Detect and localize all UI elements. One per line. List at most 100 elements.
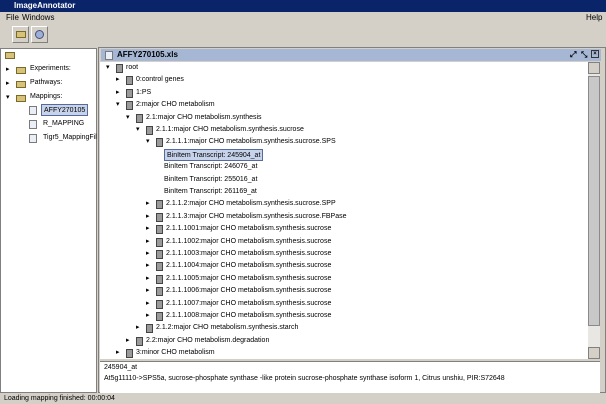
expand-toggle-mappings[interactable]: ▾ [6,93,10,101]
tree-expand-toggle[interactable]: ▸ [146,237,150,245]
bin-icon [156,212,163,222]
tree-expand-toggle[interactable]: ▸ [146,274,150,282]
tree-node-label[interactable]: 1:PS [136,87,151,99]
tree-expand-toggle[interactable]: ▾ [116,100,120,108]
tree-expand-toggle[interactable]: ▾ [126,113,130,121]
close-icon[interactable]: × [591,50,599,58]
bin-icon [156,138,163,148]
tree-node-label[interactable]: 2:major CHO metabolism [136,99,215,111]
tree-expand-toggle[interactable]: ▸ [146,224,150,232]
tree-node-label[interactable]: 2.1.1.1008:major CHO metabolism.synthesi… [166,310,331,322]
tree-node-label[interactable]: 2.1.1.1003:major CHO metabolism.synthesi… [166,248,331,260]
mapping-tree: ▾ root ▸ 0:control genes ▸ 1:PS ▾ 2:major CHO m… [100,62,588,359]
status-text: Loading mapping finished: 00:00:04 [4,395,115,402]
bin-icon [146,126,153,135]
tree-node-label[interactable]: 2.1.1:major CHO metabolism.synthesis.suc… [156,124,304,136]
file-icon [29,120,37,129]
tree-bin-item[interactable]: BinItem Transcript: 246076_at [164,161,257,173]
menu-file[interactable]: File [6,12,19,24]
tree-expand-toggle[interactable]: ▸ [116,88,120,96]
mapping-item-affy270105[interactable]: AFFY270105 [41,104,89,116]
folder-icon [16,31,26,38]
tree-node-label[interactable]: 2.1.1.2:major CHO metabolism.synthesis.s… [166,198,336,210]
mapping-item-tigr5[interactable]: Tigr5_MappingFil [43,132,97,144]
tree-expand-toggle[interactable]: ▸ [146,286,150,294]
tree-expand-toggle[interactable]: ▸ [116,75,120,83]
tree-expand-toggle[interactable]: ▸ [126,336,130,344]
info-panel: 245904_at At5g11110->SPS5a, sucrose-phos… [100,361,600,393]
open-folder-button[interactable] [12,26,29,43]
file-icon [29,106,37,115]
bin-icon [136,336,143,346]
bin-icon [156,225,163,235]
experiments-label[interactable]: Experiments: [30,63,71,75]
root-folder-icon [5,52,15,59]
expand-toggle-experiments[interactable]: ▸ [6,65,10,73]
bin-icon [156,250,163,259]
tree-vertical-scrollbar[interactable] [588,62,600,359]
tree-expand-toggle[interactable]: ▸ [146,299,150,307]
expand-toggle-pathways[interactable]: ▸ [6,79,10,87]
disc-button[interactable] [31,26,48,43]
bin-icon [156,237,163,247]
file-icon [29,134,37,143]
window-title: ImageAnnotator [14,1,76,10]
tree-node-label[interactable]: 2.1.1.1007:major CHO metabolism.synthesi… [166,298,331,310]
bin-icon [116,64,123,73]
scroll-thumb[interactable] [588,76,600,326]
tree-expand-toggle[interactable]: ▸ [146,249,150,257]
bin-icon [146,324,153,334]
disc-icon [35,30,44,39]
bin-icon [156,274,163,284]
bin-icon [156,262,163,272]
tree-node-label[interactable]: 2.2:major CHO metabolism.degradation [146,335,269,347]
tree-node-label[interactable]: root [126,62,138,74]
tree-node-label[interactable]: 2.1.1.1002:major CHO metabolism.synthesi… [166,236,331,248]
file-icon [105,51,113,60]
mappings-label[interactable]: Mappings: [30,91,62,103]
tree-expand-toggle[interactable]: ▸ [146,261,150,269]
pathways-label[interactable]: Pathways: [30,77,62,89]
tree-node-label[interactable]: 2.1.1.1005:major CHO metabolism.synthesi… [166,273,331,285]
mapping-item-r-mapping[interactable]: R_MAPPING [43,118,84,130]
tree-node-label[interactable]: 2.1.1.1004:major CHO metabolism.synthesi… [166,260,331,272]
menu-bar: File Windows Help [0,12,606,24]
tree-expand-toggle[interactable]: ▾ [146,137,150,145]
tree-bin-item[interactable]: BinItem Transcript: 245904_at [164,148,264,161]
bin-icon [156,200,163,210]
detach-icon[interactable]: ⤢ [570,49,576,61]
tree-expand-toggle[interactable]: ▸ [136,323,140,331]
tree-bin-item[interactable]: BinItem Transcript: 261169_at [164,186,257,198]
tree-bin-item[interactable]: BinItem Transcript: 255016_at [164,174,257,186]
bin-icon [156,299,163,309]
tree-node-label[interactable]: 2.1:major CHO metabolism.synthesis [146,112,262,124]
menu-windows[interactable]: Windows [22,12,54,24]
tree-node-label[interactable]: 2.1.1.1001:major CHO metabolism.synthesi… [166,223,331,235]
menu-help[interactable]: Help [586,12,602,24]
restore-icon[interactable]: ⤡ [581,49,587,61]
folder-icon [16,95,26,102]
tree-expand-toggle[interactable]: ▸ [146,311,150,319]
window-titlebar: ImageAnnotator [0,0,606,12]
tree-node-label[interactable]: 2.1.1.3:major CHO metabolism.synthesis.s… [166,211,347,223]
tree-node-label[interactable]: 3:minor CHO metabolism [136,347,215,359]
tree-expand-toggle[interactable]: ▸ [146,199,150,207]
bin-icon [126,88,133,98]
tree-expand-toggle[interactable]: ▸ [146,212,150,220]
tree-node-label[interactable]: 2.1.2:major CHO metabolism.synthesis.sta… [156,322,298,334]
tree-expand-toggle[interactable]: ▸ [116,348,120,356]
tree-node-label[interactable]: 2.1.1.1:major CHO metabolism.synthesis.s… [166,136,336,148]
scroll-down-button[interactable] [588,347,600,359]
tree-expand-toggle[interactable]: ▾ [106,63,110,71]
status-bar: Loading mapping finished: 00:00:04 [0,394,606,404]
inner-window-title: AFFY270105.xls [117,50,178,59]
folder-icon [16,81,26,88]
tree-node-label[interactable]: 0:control genes [136,74,184,86]
bin-icon [156,312,163,321]
bin-icon [126,76,133,86]
scroll-up-button[interactable] [588,62,600,74]
inner-window-titlebar: AFFY270105.xls ⤢ ⤡ × [101,49,601,61]
tree-expand-toggle[interactable]: ▾ [136,125,140,133]
bin-icon [156,287,163,297]
tree-node-label[interactable]: 2.1.1.1006:major CHO metabolism.synthesi… [166,285,331,297]
